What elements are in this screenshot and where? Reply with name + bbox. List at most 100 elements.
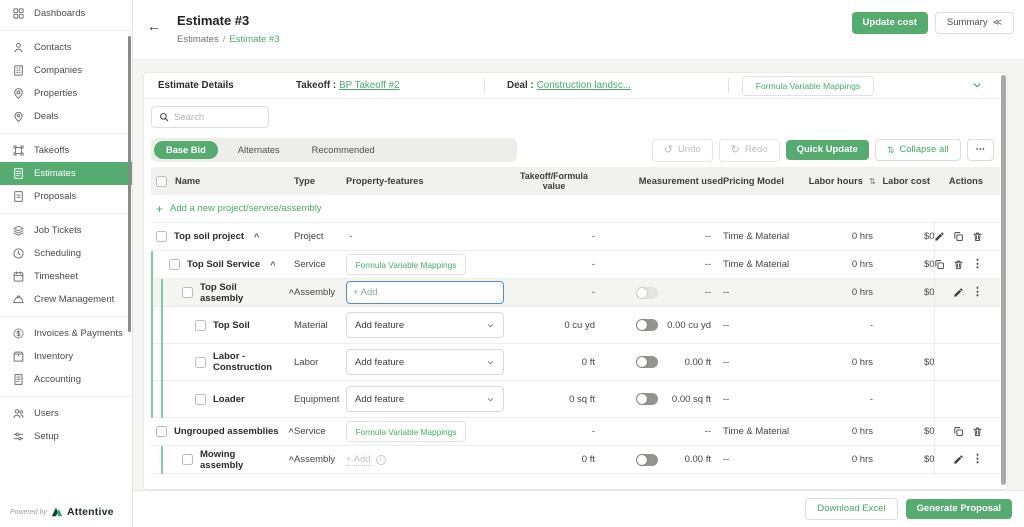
sidebar-item-timesheet[interactable]: Timesheet bbox=[0, 265, 132, 288]
column-header-label: Labor hours bbox=[808, 176, 863, 186]
update-cost-button[interactable]: Update cost bbox=[851, 12, 928, 34]
tab-recommended[interactable]: Recommended bbox=[300, 141, 387, 159]
measurement-toggle[interactable] bbox=[636, 286, 658, 299]
download-excel-button[interactable]: Download Excel bbox=[805, 498, 898, 520]
row-checkbox[interactable] bbox=[156, 426, 167, 437]
row-checkbox[interactable] bbox=[195, 319, 206, 331]
inventory-icon bbox=[12, 350, 25, 363]
sidebar-item-invoices-payments[interactable]: Invoices & Payments bbox=[0, 322, 132, 345]
formula-variable-mappings-row-button[interactable]: Formula Variable Mappings bbox=[346, 254, 466, 275]
toggle-knob bbox=[637, 287, 647, 298]
edit-icon[interactable] bbox=[934, 231, 945, 242]
measurement-toggle[interactable] bbox=[636, 319, 658, 331]
summary-toggle-button[interactable]: Summary ≪ bbox=[934, 12, 1014, 34]
row-checkbox[interactable] bbox=[195, 393, 206, 405]
sidebar-nav: Dashboards Contacts Companies Properties Dea… bbox=[0, 0, 132, 448]
kebab-menu-icon[interactable]: ⋮ bbox=[972, 259, 983, 270]
back-button[interactable]: ← bbox=[147, 18, 161, 34]
row-checkbox[interactable] bbox=[156, 231, 167, 242]
breadcrumb-estimates[interactable]: Estimates bbox=[177, 34, 219, 45]
tab-alternates[interactable]: Alternates bbox=[226, 141, 292, 159]
row-checkbox[interactable] bbox=[169, 259, 180, 270]
row-name: Loader bbox=[213, 393, 245, 405]
quick-update-button[interactable]: Quick Update bbox=[785, 140, 869, 160]
collapse-caret-icon[interactable]: ^ bbox=[254, 232, 259, 242]
property-features-cell: Formula Variable Mappings bbox=[346, 418, 509, 445]
sidebar-item-job-tickets[interactable]: Job Tickets bbox=[0, 219, 132, 242]
measurement-toggle[interactable] bbox=[636, 453, 658, 466]
edit-icon[interactable] bbox=[953, 287, 964, 298]
measurement-value: -- bbox=[704, 231, 711, 242]
add-project-row[interactable]: + Add a new project/service/assembly bbox=[151, 195, 1000, 223]
kebab-menu-icon[interactable]: ⋮ bbox=[972, 287, 983, 298]
labor-cost-value: $0 bbox=[924, 231, 934, 242]
edit-icon[interactable] bbox=[953, 454, 964, 465]
brand-name: Attentive bbox=[66, 506, 114, 518]
takeoff-link[interactable]: BP Takeoff #2 bbox=[339, 80, 399, 91]
sidebar-item-accounting[interactable]: Accounting bbox=[0, 368, 132, 391]
pricing-model-cell: -- bbox=[723, 319, 730, 331]
add-feature-dropdown[interactable]: Add feature bbox=[346, 386, 504, 412]
sidebar-item-companies[interactable]: Companies bbox=[0, 59, 132, 82]
undo-button[interactable]: ↺ Undo bbox=[651, 138, 713, 162]
select-all-checkbox[interactable] bbox=[156, 175, 167, 187]
kebab-menu-icon[interactable]: ⋮ bbox=[972, 454, 983, 465]
labor-hours-value: 0 hrs bbox=[851, 231, 873, 242]
add-feature-dropdown[interactable]: Add feature bbox=[346, 312, 504, 338]
sidebar-item-estimates[interactable]: Estimates bbox=[0, 162, 132, 185]
collapse-caret-icon[interactable]: ^ bbox=[289, 427, 294, 437]
delete-icon[interactable] bbox=[953, 259, 964, 270]
redo-button[interactable]: ↻ Redo bbox=[718, 138, 780, 162]
collapse-caret-icon[interactable]: ^ bbox=[270, 260, 275, 270]
measurement-cell: -- bbox=[599, 251, 723, 278]
toolbar-row: Base Bid Alternates Recommended ↺ Undo ↻ R… bbox=[144, 133, 1007, 167]
column-header-label: Actions bbox=[948, 176, 983, 186]
column-header-property-features: Property-features bbox=[346, 167, 509, 195]
tab-base-bid[interactable]: Base Bid bbox=[154, 141, 218, 159]
column-header-measurement-used: Measurement used bbox=[599, 167, 723, 195]
duplicate-icon[interactable] bbox=[953, 426, 964, 437]
sidebar-item-deals[interactable]: Deals bbox=[0, 105, 132, 128]
add-feature-input[interactable]: + Add bbox=[346, 281, 504, 304]
measurement-toggle[interactable] bbox=[636, 356, 658, 368]
formula-variable-mappings-row-button[interactable]: Formula Variable Mappings bbox=[346, 421, 466, 442]
measurement-toggle[interactable] bbox=[636, 393, 658, 405]
search-input[interactable] bbox=[174, 111, 254, 123]
column-header-labor-hours[interactable]: Labor hours ⇅ bbox=[801, 167, 876, 195]
add-feature-dropdown[interactable]: Add feature bbox=[346, 349, 504, 375]
sidebar-item-inventory[interactable]: Inventory bbox=[0, 345, 132, 368]
users-icon bbox=[12, 407, 25, 420]
sidebar-item-contacts[interactable]: Contacts bbox=[0, 36, 132, 59]
sidebar-scrollbar[interactable] bbox=[128, 36, 131, 332]
delete-icon[interactable] bbox=[972, 426, 983, 437]
sidebar-item-dashboards[interactable]: Dashboards bbox=[0, 2, 132, 25]
main-scrollbar[interactable] bbox=[1001, 75, 1006, 485]
sidebar-item-setup[interactable]: Setup bbox=[0, 425, 132, 448]
labor-hours-value: 0 hrs bbox=[851, 287, 873, 298]
sidebar-item-proposals[interactable]: Proposals bbox=[0, 185, 132, 208]
row-checkbox[interactable] bbox=[182, 287, 193, 298]
collapse-all-button[interactable]: ⇅ Collapse all bbox=[874, 139, 961, 161]
takeoff-value: 0 sq ft bbox=[569, 393, 595, 405]
tree-guide-line bbox=[161, 446, 163, 474]
sidebar-item-crew-management[interactable]: Crew Management bbox=[0, 288, 132, 311]
sidebar-item-properties[interactable]: Properties bbox=[0, 82, 132, 105]
delete-icon[interactable] bbox=[972, 231, 983, 242]
row-checkbox[interactable] bbox=[195, 356, 206, 368]
takeoff-value-cell: - bbox=[509, 418, 599, 445]
generate-proposal-button[interactable]: Generate Proposal bbox=[905, 499, 1012, 519]
dashboards-icon bbox=[12, 7, 25, 20]
more-actions-button[interactable]: ⋯ bbox=[966, 139, 994, 161]
chevron-down-icon[interactable] bbox=[971, 79, 983, 91]
duplicate-icon[interactable] bbox=[953, 231, 964, 242]
duplicate-icon[interactable] bbox=[934, 259, 945, 270]
search-box[interactable] bbox=[151, 106, 269, 128]
measurement-value: 0.00 ft bbox=[684, 454, 711, 465]
takeoff-value: 0 ft bbox=[581, 356, 595, 368]
sidebar-item-takeoffs[interactable]: Takeoffs bbox=[0, 139, 132, 162]
deal-link[interactable]: Construction landsc... bbox=[537, 80, 631, 91]
formula-variable-mappings-button[interactable]: Formula Variable Mappings bbox=[742, 76, 874, 96]
sidebar-item-scheduling[interactable]: Scheduling bbox=[0, 242, 132, 265]
row-checkbox[interactable] bbox=[182, 454, 193, 465]
sidebar-item-users[interactable]: Users bbox=[0, 402, 132, 425]
